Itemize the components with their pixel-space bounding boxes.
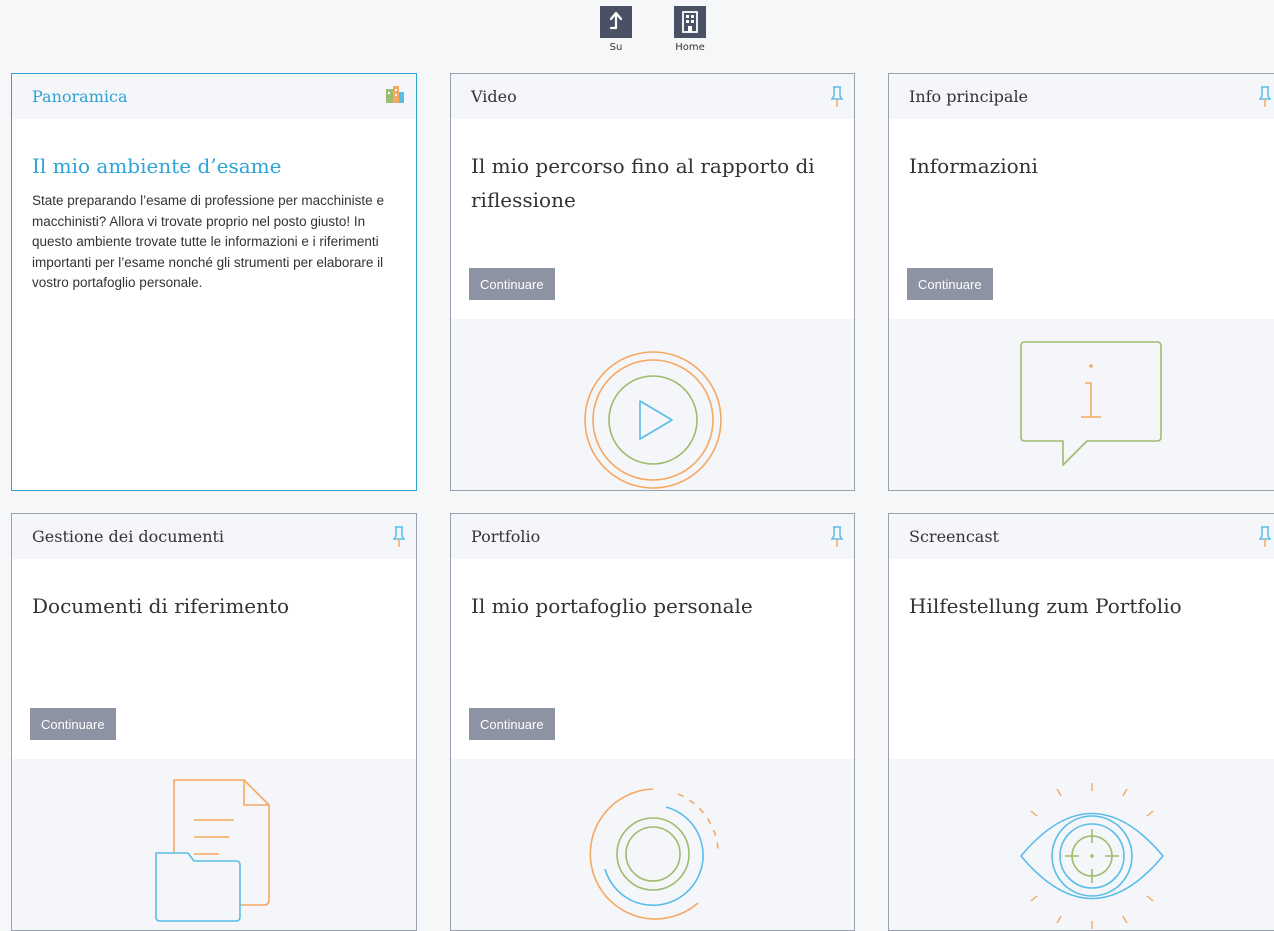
card-header: Screencast bbox=[889, 514, 1274, 559]
card-body: Il mio ambiente d’esame State preparando… bbox=[12, 119, 416, 294]
card-header: Portfolio bbox=[451, 514, 854, 559]
up-button[interactable]: Su bbox=[591, 6, 641, 53]
card-illustration bbox=[451, 759, 854, 930]
card-header-title: Panoramica bbox=[32, 87, 128, 106]
card-header: Gestione dei documenti bbox=[12, 514, 416, 559]
pin-icon[interactable] bbox=[392, 525, 406, 548]
card-header-title: Video bbox=[471, 87, 517, 106]
card-title: Il mio ambiente d’esame bbox=[32, 154, 282, 178]
documents-icon bbox=[155, 779, 270, 922]
info-icon bbox=[1020, 341, 1162, 466]
card-portfolio[interactable]: Portfolio Il mio portafoglio personale C… bbox=[450, 513, 855, 931]
card-header-title: Info principale bbox=[909, 87, 1029, 106]
card-gestione-documenti[interactable]: Gestione dei documenti Documenti di rife… bbox=[11, 513, 417, 931]
card-header-title: Portfolio bbox=[471, 527, 541, 546]
play-icon bbox=[583, 351, 722, 489]
card-info-principale[interactable]: Info principale Informazioni Continuare bbox=[888, 73, 1274, 491]
card-illustration bbox=[451, 319, 854, 490]
home-label: Home bbox=[675, 42, 705, 53]
continue-button[interactable]: Continuare bbox=[469, 708, 555, 740]
portfolio-icon bbox=[589, 788, 719, 920]
card-panoramica[interactable]: Panoramica Il mio ambiente d’esame State… bbox=[11, 73, 417, 491]
card-title: Il mio percorso fino al rapporto di rifl… bbox=[471, 154, 815, 212]
pin-icon[interactable] bbox=[1258, 525, 1272, 548]
home-button[interactable]: Home bbox=[665, 6, 715, 53]
pin-icon[interactable] bbox=[830, 525, 844, 548]
card-illustration bbox=[889, 759, 1274, 930]
pin-icon[interactable] bbox=[830, 85, 844, 108]
card-illustration bbox=[12, 759, 416, 930]
continue-button[interactable]: Continuare bbox=[469, 268, 555, 300]
building-icon bbox=[674, 6, 706, 38]
eye-icon bbox=[1020, 783, 1164, 929]
building-icon bbox=[384, 84, 406, 109]
continue-button[interactable]: Continuare bbox=[30, 708, 116, 740]
card-title: Il mio portafoglio personale bbox=[471, 594, 753, 618]
card-header: Video bbox=[451, 74, 854, 119]
arrow-up-icon bbox=[600, 6, 632, 38]
card-header: Info principale bbox=[889, 74, 1274, 119]
card-header-title: Gestione dei documenti bbox=[32, 527, 225, 546]
up-label: Su bbox=[609, 42, 623, 53]
card-title: Hilfestellung zum Portfolio bbox=[909, 594, 1182, 618]
continue-button[interactable]: Continuare bbox=[907, 268, 993, 300]
card-title: Documenti di riferimento bbox=[32, 594, 290, 618]
card-body: Hilfestellung zum Portfolio bbox=[889, 559, 1274, 759]
card-video[interactable]: Video Il mio percorso fino al rapporto d… bbox=[450, 73, 855, 491]
card-title: Informazioni bbox=[909, 154, 1038, 178]
card-header: Panoramica bbox=[12, 74, 416, 119]
pin-icon[interactable] bbox=[1258, 85, 1272, 108]
card-description: State preparando l’esame di professione … bbox=[32, 193, 384, 290]
card-header-title: Screencast bbox=[909, 527, 999, 546]
card-screencast[interactable]: Screencast Hilfestellung zum Portfolio bbox=[888, 513, 1274, 931]
top-navigation: Su Home bbox=[0, 0, 1274, 66]
card-illustration bbox=[889, 319, 1274, 490]
